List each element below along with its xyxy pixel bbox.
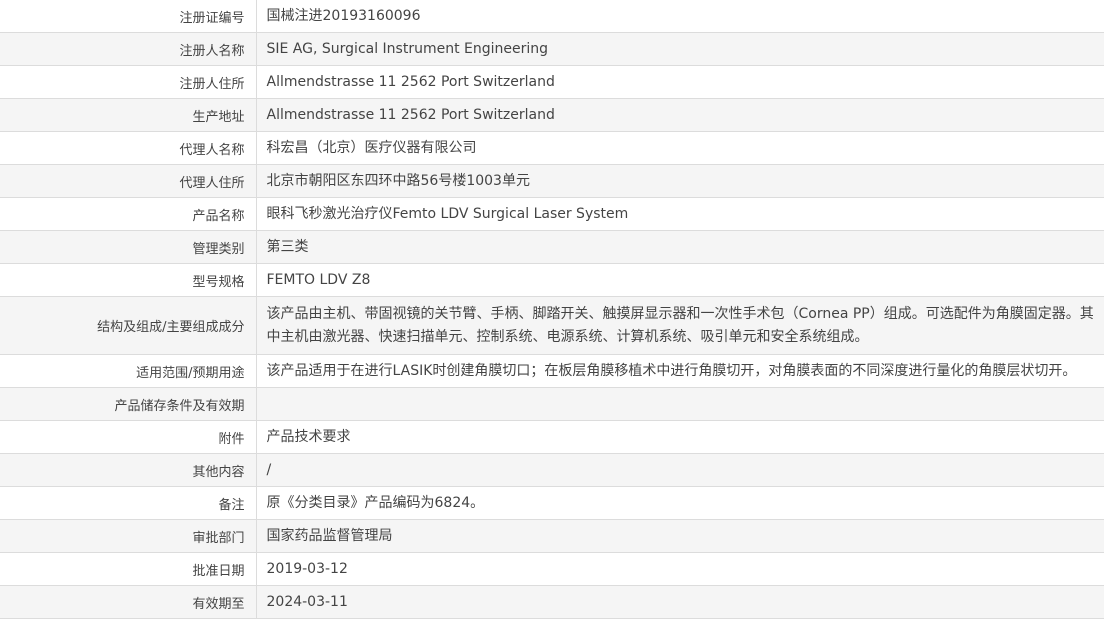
table-row-agent-address: 代理人住所 北京市朝阳区东四环中路56号楼1003单元 xyxy=(0,164,1104,198)
field-value: 国家药品监督管理局 xyxy=(256,519,1104,553)
field-value: SIE AG, Surgical Instrument Engineering xyxy=(256,32,1104,66)
field-value: 眼科飞秒激光治疗仪Femto LDV Surgical Laser System xyxy=(256,197,1104,231)
field-label: 结构及组成/主要组成成分 xyxy=(0,296,257,355)
field-value: 科宏昌（北京）医疗仪器有限公司 xyxy=(256,131,1104,165)
field-label: 审批部门 xyxy=(0,519,257,553)
field-value: / xyxy=(256,453,1104,487)
field-label: 有效期至 xyxy=(0,585,257,619)
table-row-agent-name: 代理人名称 科宏昌（北京）医疗仪器有限公司 xyxy=(0,131,1104,165)
field-value: 北京市朝阳区东四环中路56号楼1003单元 xyxy=(256,164,1104,198)
field-label: 型号规格 xyxy=(0,263,257,297)
field-label: 附件 xyxy=(0,420,257,454)
table-row-remarks: 备注 原《分类目录》产品编码为6824。 xyxy=(0,486,1104,520)
field-label: 管理类别 xyxy=(0,230,257,264)
field-label: 代理人住所 xyxy=(0,164,257,198)
table-row-registration-number: 注册证编号 国械注进20193160096 xyxy=(0,0,1104,33)
field-label: 备注 xyxy=(0,486,257,520)
field-value: 国械注进20193160096 xyxy=(256,0,1104,33)
table-row-attachment: 附件 产品技术要求 xyxy=(0,420,1104,454)
table-row-model-spec: 型号规格 FEMTO LDV Z8 xyxy=(0,263,1104,297)
field-value: Allmendstrasse 11 2562 Port Switzerland xyxy=(256,65,1104,99)
field-value: 2024-03-11 xyxy=(256,585,1104,619)
field-label: 注册人住所 xyxy=(0,65,257,99)
field-label: 产品名称 xyxy=(0,197,257,231)
table-row-valid-until: 有效期至 2024-03-11 xyxy=(0,585,1104,619)
field-value: Allmendstrasse 11 2562 Port Switzerland xyxy=(256,98,1104,132)
field-label: 生产地址 xyxy=(0,98,257,132)
table-row-registrant-address: 注册人住所 Allmendstrasse 11 2562 Port Switze… xyxy=(0,65,1104,99)
table-row-management-category: 管理类别 第三类 xyxy=(0,230,1104,264)
field-value xyxy=(256,387,1104,421)
table-row-product-name: 产品名称 眼科飞秒激光治疗仪Femto LDV Surgical Laser S… xyxy=(0,197,1104,231)
table-row-approval-department: 审批部门 国家药品监督管理局 xyxy=(0,519,1104,553)
registration-detail-table: 注册证编号 国械注进20193160096 注册人名称 SIE AG, Surg… xyxy=(0,0,1104,619)
table-row-approval-date: 批准日期 2019-03-12 xyxy=(0,552,1104,586)
field-value: 原《分类目录》产品编码为6824。 xyxy=(256,486,1104,520)
field-value: 产品技术要求 xyxy=(256,420,1104,454)
table-row-production-address: 生产地址 Allmendstrasse 11 2562 Port Switzer… xyxy=(0,98,1104,132)
field-label: 注册人名称 xyxy=(0,32,257,66)
field-label: 代理人名称 xyxy=(0,131,257,165)
table-row-structure-composition: 结构及组成/主要组成成分 该产品由主机、带固视镜的关节臂、手柄、脚踏开关、触摸屏… xyxy=(0,296,1104,355)
field-value: 该产品适用于在进行LASIK时创建角膜切口；在板层角膜移植术中进行角膜切开，对角… xyxy=(256,354,1104,388)
field-label: 注册证编号 xyxy=(0,0,257,33)
field-label: 适用范围/预期用途 xyxy=(0,354,257,388)
field-value: 第三类 xyxy=(256,230,1104,264)
field-label: 产品储存条件及有效期 xyxy=(0,387,257,421)
table-row-other-content: 其他内容 / xyxy=(0,453,1104,487)
field-label: 批准日期 xyxy=(0,552,257,586)
table-row-intended-use: 适用范围/预期用途 该产品适用于在进行LASIK时创建角膜切口；在板层角膜移植术… xyxy=(0,354,1104,388)
field-value: 该产品由主机、带固视镜的关节臂、手柄、脚踏开关、触摸屏显示器和一次性手术包（Co… xyxy=(256,296,1104,355)
table-row-storage-validity: 产品储存条件及有效期 xyxy=(0,387,1104,421)
table-row-registrant-name: 注册人名称 SIE AG, Surgical Instrument Engine… xyxy=(0,32,1104,66)
field-value: 2019-03-12 xyxy=(256,552,1104,586)
field-value: FEMTO LDV Z8 xyxy=(256,263,1104,297)
field-label: 其他内容 xyxy=(0,453,257,487)
